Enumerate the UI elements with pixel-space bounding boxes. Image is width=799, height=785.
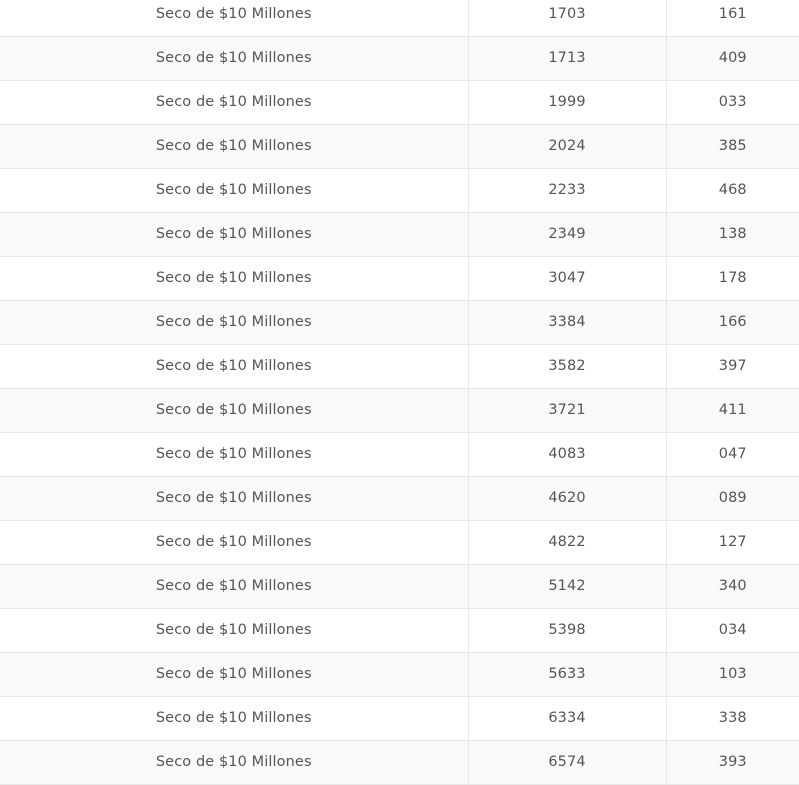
number-cell: 5398 bbox=[468, 608, 667, 653]
series-cell: 397 bbox=[666, 344, 799, 389]
prize-cell: Seco de $10 Millones bbox=[0, 432, 469, 477]
series-cell: 103 bbox=[666, 652, 799, 697]
table-row: Seco de $10 Millones 4620 089 bbox=[0, 476, 799, 521]
series-cell: 409 bbox=[666, 36, 799, 81]
prize-cell: Seco de $10 Millones bbox=[0, 696, 469, 741]
series-cell: 411 bbox=[666, 388, 799, 433]
series-cell: 393 bbox=[666, 740, 799, 785]
prize-cell: Seco de $10 Millones bbox=[0, 476, 469, 521]
table-row: Seco de $10 Millones 5142 340 bbox=[0, 564, 799, 609]
series-cell: 047 bbox=[666, 432, 799, 477]
table-row: Seco de $10 Millones 5398 034 bbox=[0, 608, 799, 653]
number-cell: 1703 bbox=[468, 0, 667, 37]
series-cell: 338 bbox=[666, 696, 799, 741]
number-cell: 6574 bbox=[468, 740, 667, 785]
results-table-body: Seco de $10 Millones 1703 161 Seco de $1… bbox=[0, 0, 799, 785]
series-cell: 033 bbox=[666, 80, 799, 125]
number-cell: 3582 bbox=[468, 344, 667, 389]
prize-cell: Seco de $10 Millones bbox=[0, 388, 469, 433]
prize-cell: Seco de $10 Millones bbox=[0, 652, 469, 697]
table-row: Seco de $10 Millones 4083 047 bbox=[0, 432, 799, 477]
number-cell: 3047 bbox=[468, 256, 667, 301]
table-row: Seco de $10 Millones 2349 138 bbox=[0, 212, 799, 257]
table-row: Seco de $10 Millones 1999 033 bbox=[0, 80, 799, 125]
prize-cell: Seco de $10 Millones bbox=[0, 344, 469, 389]
prize-cell: Seco de $10 Millones bbox=[0, 212, 469, 257]
series-cell: 089 bbox=[666, 476, 799, 521]
prize-cell: Seco de $10 Millones bbox=[0, 608, 469, 653]
number-cell: 4083 bbox=[468, 432, 667, 477]
prize-cell: Seco de $10 Millones bbox=[0, 36, 469, 81]
prize-cell: Seco de $10 Millones bbox=[0, 740, 469, 785]
prize-cell: Seco de $10 Millones bbox=[0, 80, 469, 125]
series-cell: 385 bbox=[666, 124, 799, 169]
prize-cell: Seco de $10 Millones bbox=[0, 124, 469, 169]
number-cell: 6334 bbox=[468, 696, 667, 741]
series-cell: 161 bbox=[666, 0, 799, 37]
table-row: Seco de $10 Millones 3721 411 bbox=[0, 388, 799, 433]
prize-cell: Seco de $10 Millones bbox=[0, 256, 469, 301]
number-cell: 1999 bbox=[468, 80, 667, 125]
series-cell: 034 bbox=[666, 608, 799, 653]
series-cell: 340 bbox=[666, 564, 799, 609]
prize-cell: Seco de $10 Millones bbox=[0, 168, 469, 213]
prize-cell: Seco de $10 Millones bbox=[0, 564, 469, 609]
number-cell: 5633 bbox=[468, 652, 667, 697]
series-cell: 178 bbox=[666, 256, 799, 301]
prize-cell: Seco de $10 Millones bbox=[0, 0, 469, 37]
number-cell: 4822 bbox=[468, 520, 667, 565]
prize-cell: Seco de $10 Millones bbox=[0, 520, 469, 565]
table-row: Seco de $10 Millones 6334 338 bbox=[0, 696, 799, 741]
table-row: Seco de $10 Millones 2024 385 bbox=[0, 124, 799, 169]
prize-cell: Seco de $10 Millones bbox=[0, 300, 469, 345]
table-row: Seco de $10 Millones 1703 161 bbox=[0, 0, 799, 37]
series-cell: 166 bbox=[666, 300, 799, 345]
table-row: Seco de $10 Millones 3384 166 bbox=[0, 300, 799, 345]
number-cell: 1713 bbox=[468, 36, 667, 81]
table-row: Seco de $10 Millones 1713 409 bbox=[0, 36, 799, 81]
number-cell: 3384 bbox=[468, 300, 667, 345]
table-row: Seco de $10 Millones 2233 468 bbox=[0, 168, 799, 213]
number-cell: 4620 bbox=[468, 476, 667, 521]
table-row: Seco de $10 Millones 3047 178 bbox=[0, 256, 799, 301]
number-cell: 2233 bbox=[468, 168, 667, 213]
series-cell: 127 bbox=[666, 520, 799, 565]
results-table: Seco de $10 Millones 1703 161 Seco de $1… bbox=[0, 0, 799, 785]
table-row: Seco de $10 Millones 5633 103 bbox=[0, 652, 799, 697]
number-cell: 2349 bbox=[468, 212, 667, 257]
table-row: Seco de $10 Millones 6574 393 bbox=[0, 740, 799, 785]
results-table-container: Seco de $10 Millones 1703 161 Seco de $1… bbox=[0, 0, 799, 785]
series-cell: 138 bbox=[666, 212, 799, 257]
number-cell: 3721 bbox=[468, 388, 667, 433]
number-cell: 5142 bbox=[468, 564, 667, 609]
table-row: Seco de $10 Millones 3582 397 bbox=[0, 344, 799, 389]
series-cell: 468 bbox=[666, 168, 799, 213]
table-row: Seco de $10 Millones 4822 127 bbox=[0, 520, 799, 565]
number-cell: 2024 bbox=[468, 124, 667, 169]
